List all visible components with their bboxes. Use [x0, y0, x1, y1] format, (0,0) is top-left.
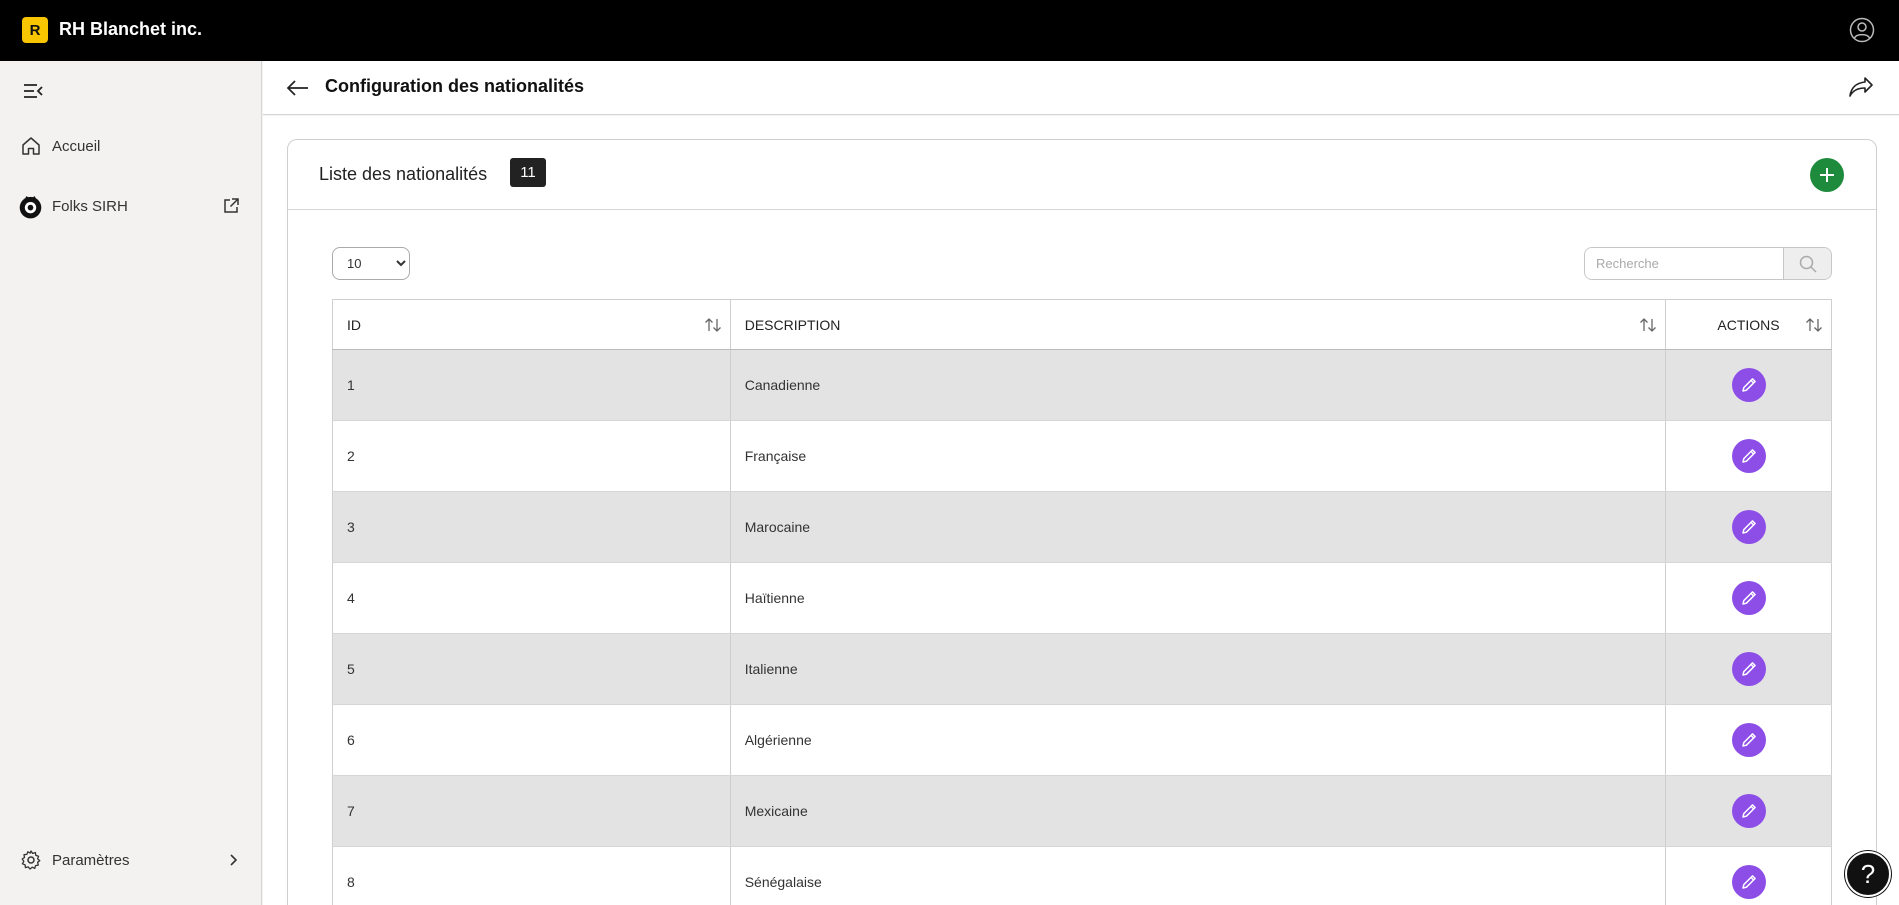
gear-icon	[21, 850, 41, 870]
pencil-icon	[1741, 804, 1756, 818]
card-header: Liste des nationalités 11	[288, 140, 1876, 210]
page-title: Configuration des nationalités	[325, 76, 585, 96]
home-icon	[22, 137, 40, 155]
cell-actions	[1665, 704, 1832, 776]
cell-description: Marocaine	[730, 491, 1667, 563]
external-link-icon[interactable]	[222, 197, 240, 215]
pencil-icon	[1741, 449, 1756, 463]
cell-id: 2	[332, 420, 731, 492]
company-logo[interactable]: R	[22, 17, 48, 43]
page-size-select[interactable]: 10	[332, 247, 410, 280]
chevron-right-icon	[230, 854, 238, 866]
cell-description: Sénégalaise	[730, 846, 1667, 905]
table-row: 6 Algérienne	[332, 704, 1832, 776]
cell-id: 1	[332, 349, 731, 421]
column-header-actions[interactable]: ACTIONS	[1665, 299, 1832, 350]
sort-icon[interactable]	[1639, 317, 1657, 333]
count-badge: 11	[510, 158, 546, 187]
table-header-row: ID DESCRIPTION ACTIONS	[332, 299, 1832, 350]
column-header-description[interactable]: DESCRIPTION	[730, 299, 1667, 350]
column-header-id[interactable]: ID	[332, 299, 731, 350]
sidebar-item-label: Accueil	[52, 137, 101, 155]
pencil-icon	[1741, 591, 1756, 605]
edit-button[interactable]	[1731, 723, 1766, 757]
sidebar-item-label: Folks SIRH	[52, 197, 128, 215]
pencil-icon	[1741, 733, 1756, 747]
cell-actions	[1665, 846, 1832, 905]
cell-description: Mexicaine	[730, 775, 1667, 847]
cell-id: 8	[332, 846, 731, 905]
column-header-label: ID	[347, 316, 361, 333]
table-row: 3 Marocaine	[332, 491, 1832, 563]
cell-actions	[1665, 349, 1832, 421]
cell-actions	[1665, 775, 1832, 847]
search-box	[1584, 247, 1832, 280]
sort-icon[interactable]	[1805, 317, 1823, 333]
column-header-label: DESCRIPTION	[744, 316, 841, 333]
cell-id: 5	[332, 633, 731, 705]
search-icon	[1799, 255, 1817, 273]
back-arrow-icon[interactable]	[285, 75, 311, 101]
sidebar-item-accueil[interactable]: Accueil	[0, 126, 262, 166]
pencil-icon	[1741, 378, 1756, 392]
edit-button[interactable]	[1731, 652, 1766, 686]
card-title: Liste des nationalités	[319, 164, 488, 184]
search-button[interactable]	[1783, 248, 1831, 279]
user-account-icon[interactable]	[1849, 17, 1875, 43]
sidebar-item-label: Paramètres	[52, 851, 130, 869]
company-name: RH Blanchet inc.	[59, 19, 203, 39]
search-input[interactable]	[1585, 248, 1783, 279]
edit-button[interactable]	[1731, 794, 1766, 828]
edit-button[interactable]	[1731, 581, 1766, 615]
cell-id: 6	[332, 704, 731, 776]
top-bar: R RH Blanchet inc.	[0, 0, 1899, 61]
page-header: Configuration des nationalités	[263, 61, 1899, 115]
table-row: 8 Sénégalaise	[332, 846, 1832, 905]
cell-actions	[1665, 491, 1832, 563]
help-button[interactable]: ?	[1845, 851, 1891, 897]
cell-id: 4	[332, 562, 731, 634]
table-row: 2 Française	[332, 420, 1832, 492]
nationalities-table: ID DESCRIPTION ACTIONS 1 Canadienne 2 Franç…	[332, 299, 1832, 905]
edit-button[interactable]	[1731, 439, 1766, 473]
folks-logo-icon	[19, 195, 42, 218]
table-row: 4 Haïtienne	[332, 562, 1832, 634]
share-icon[interactable]	[1847, 74, 1875, 100]
pencil-icon	[1741, 662, 1756, 676]
plus-icon	[1820, 168, 1834, 182]
cell-actions	[1665, 420, 1832, 492]
pencil-icon	[1741, 875, 1756, 889]
cell-id: 7	[332, 775, 731, 847]
sidebar: Accueil Folks SIRH Paramètres	[0, 61, 262, 905]
collapse-sidebar-icon[interactable]	[22, 82, 44, 100]
pencil-icon	[1741, 520, 1756, 534]
sidebar-item-parametres[interactable]: Paramètres	[0, 840, 262, 880]
sort-icon[interactable]	[704, 317, 722, 333]
nationalities-card: Liste des nationalités 11 10 ID	[287, 139, 1877, 905]
edit-button[interactable]	[1731, 865, 1766, 899]
table-row: 7 Mexicaine	[332, 775, 1832, 847]
cell-description: Française	[730, 420, 1667, 492]
table-body: 1 Canadienne 2 Française 3 Marocaine 4 Haïtienn…	[332, 349, 1832, 905]
table-row: 1 Canadienne	[332, 349, 1832, 421]
cell-id: 3	[332, 491, 731, 563]
cell-actions	[1665, 633, 1832, 705]
table-row: 5 Italienne	[332, 633, 1832, 705]
cell-description: Italienne	[730, 633, 1667, 705]
sidebar-item-folks-sirh[interactable]: Folks SIRH	[0, 186, 262, 226]
cell-actions	[1665, 562, 1832, 634]
edit-button[interactable]	[1731, 510, 1766, 544]
edit-button[interactable]	[1731, 368, 1766, 402]
add-nationality-button[interactable]	[1810, 158, 1844, 192]
cell-description: Haïtienne	[730, 562, 1667, 634]
cell-description: Canadienne	[730, 349, 1667, 421]
cell-description: Algérienne	[730, 704, 1667, 776]
column-header-label: ACTIONS	[1717, 316, 1780, 333]
